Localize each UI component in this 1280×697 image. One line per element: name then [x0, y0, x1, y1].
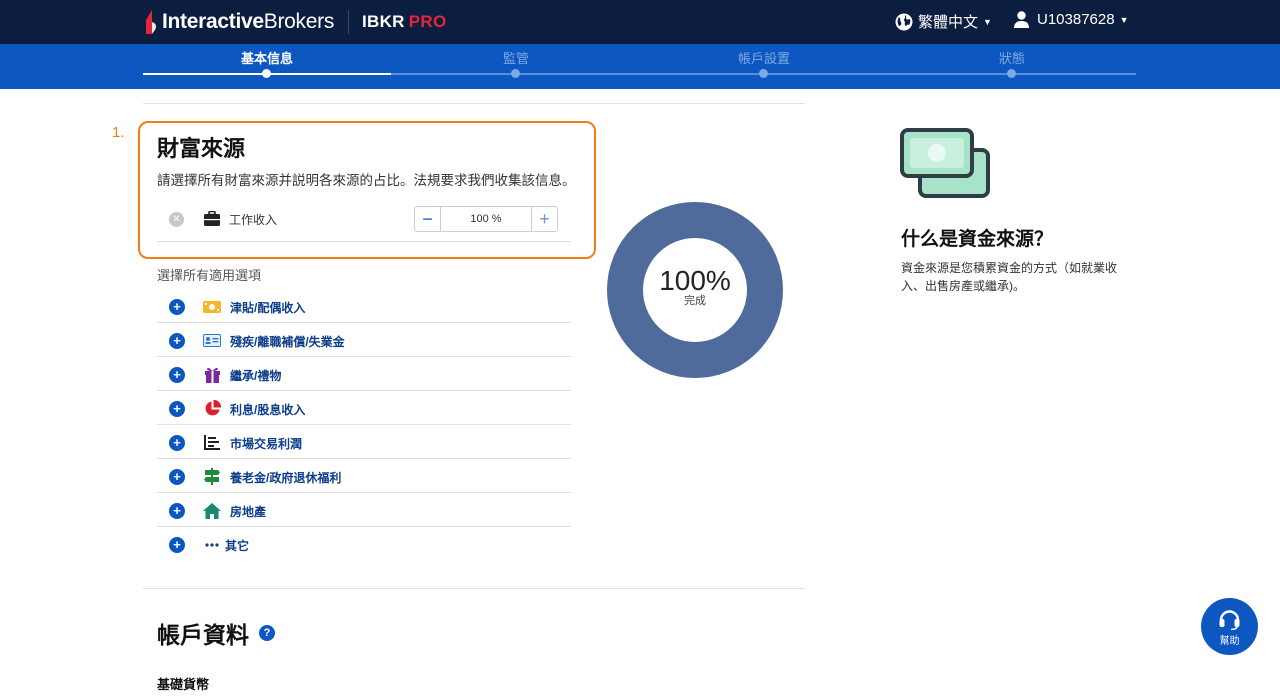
- add-option-icon: +: [169, 435, 185, 451]
- step-status[interactable]: 狀態: [932, 48, 1092, 67]
- section-divider: [143, 103, 805, 104]
- logo-divider: [348, 10, 349, 34]
- account-info-title-text: 帳戶資料: [157, 622, 249, 648]
- step-regulatory[interactable]: 監管: [436, 48, 596, 67]
- donut-complete-label: 完成: [684, 295, 706, 307]
- chevron-down-icon: ▼: [1119, 14, 1129, 25]
- option-label: 殘疾/離職補償/失業金: [230, 335, 345, 349]
- user-icon: [1014, 11, 1029, 28]
- add-option-icon: +: [169, 401, 185, 417]
- option-interest-dividend[interactable]: + 利息/股息收入: [157, 391, 571, 425]
- option-label: 市場交易利潤: [230, 437, 303, 451]
- percent-input[interactable]: 100 %: [441, 207, 531, 231]
- more-icon: [203, 536, 221, 553]
- remove-source-button[interactable]: ✕: [169, 212, 184, 227]
- add-option-icon: +: [169, 367, 185, 383]
- selected-source-row: ✕ 工作收入 − 100 % +: [157, 202, 571, 242]
- step-dot-basic-info: [262, 69, 271, 78]
- progress-stepper: 基本信息 監管 帳戶設置 狀態: [0, 44, 1280, 89]
- base-currency-label: 基礎貨幣: [157, 677, 210, 692]
- percent-stepper: − 100 % +: [414, 206, 558, 232]
- option-pension[interactable]: + 養老金/政府退休福利: [157, 459, 571, 493]
- signpost-icon: [203, 468, 221, 485]
- info-text: 資金來源是您積累資金的方式（如就業收入、出售房產或繼承)。: [901, 261, 1118, 293]
- help-label: 幫助: [1219, 636, 1240, 647]
- option-label: 利息/股息收入: [230, 403, 306, 417]
- selected-source-label: 工作收入: [229, 213, 278, 227]
- add-option-icon: +: [169, 333, 185, 349]
- language-label: 繁體中文: [918, 14, 979, 31]
- gift-icon: [203, 366, 221, 383]
- money-icon: [900, 128, 990, 198]
- choose-options-label: 選擇所有適用選項: [157, 268, 262, 283]
- section-description: 請選擇所有財富來源并説明各來源的占比。法規要求我們收集該信息。: [157, 173, 576, 188]
- option-allowance[interactable]: + 津貼/配偶收入: [157, 289, 571, 323]
- user-menu[interactable]: U10387628 ▼: [1014, 11, 1129, 28]
- increase-percent-button[interactable]: +: [531, 207, 557, 231]
- id-card-icon: [203, 332, 221, 349]
- step-dot-account-settings: [759, 69, 768, 78]
- logo-text-light: Brokers: [263, 10, 335, 33]
- option-label: 津貼/配偶收入: [230, 301, 306, 315]
- step-account-settings[interactable]: 帳戶設置: [684, 48, 844, 67]
- top-nav-bar: InteractiveBrokers IBKR PRO 繁體中文 ▼ U10387…: [0, 0, 1280, 44]
- step-dot-status: [1007, 69, 1016, 78]
- user-id-label: U10387628: [1037, 11, 1115, 28]
- section-divider: [143, 588, 805, 589]
- decrease-percent-button[interactable]: −: [415, 207, 441, 231]
- add-option-icon: +: [169, 537, 185, 553]
- product-label: IBKR: [362, 12, 405, 31]
- bar-chart-icon: [203, 434, 221, 451]
- product-accent-label: PRO: [408, 12, 447, 31]
- home-icon: [203, 502, 221, 519]
- option-trading-profit[interactable]: + 市場交易利潤: [157, 425, 571, 459]
- add-option-icon: +: [169, 299, 185, 315]
- step-dot-regulatory: [511, 69, 520, 78]
- ib-logo[interactable]: InteractiveBrokers: [143, 9, 334, 35]
- option-label: 房地產: [230, 505, 267, 519]
- option-label: 繼承/禮物: [230, 369, 282, 383]
- add-option-icon: +: [169, 503, 185, 519]
- account-info-title: 帳戶資料 ?: [157, 616, 275, 650]
- option-other[interactable]: + 其它: [157, 527, 571, 561]
- step-number-annotation: 1.: [112, 124, 125, 141]
- option-inheritance[interactable]: + 繼承/禮物: [157, 357, 571, 391]
- section-title: 財富來源: [157, 136, 246, 161]
- help-question-icon[interactable]: ?: [259, 625, 275, 641]
- cash-icon: [203, 298, 221, 315]
- ib-logo-mark-icon: [146, 10, 156, 34]
- language-selector[interactable]: 繁體中文 ▼: [895, 11, 992, 32]
- wealth-source-options: + 津貼/配偶收入 + 殘疾/離職補償/失業金 + 繼承/禮物 + 利息/股息收…: [157, 289, 571, 561]
- headset-icon: [1219, 610, 1240, 630]
- add-option-icon: +: [169, 469, 185, 485]
- help-button[interactable]: 幫助: [1201, 598, 1258, 655]
- pie-chart-icon: [203, 400, 221, 417]
- briefcase-icon: [204, 211, 220, 226]
- option-label: 其它: [225, 539, 250, 553]
- product-name: IBKR PRO: [362, 12, 447, 32]
- step-basic-info[interactable]: 基本信息: [187, 48, 347, 67]
- info-title: 什么是資金來源？: [901, 229, 1054, 250]
- globe-icon: [895, 13, 913, 30]
- option-disability[interactable]: + 殘疾/離職補償/失業金: [157, 323, 571, 357]
- option-real-estate[interactable]: + 房地產: [157, 493, 571, 527]
- option-label: 養老金/政府退休福利: [230, 471, 342, 485]
- chevron-down-icon: ▼: [983, 16, 992, 27]
- logo-text-bold: Interactive: [162, 10, 264, 33]
